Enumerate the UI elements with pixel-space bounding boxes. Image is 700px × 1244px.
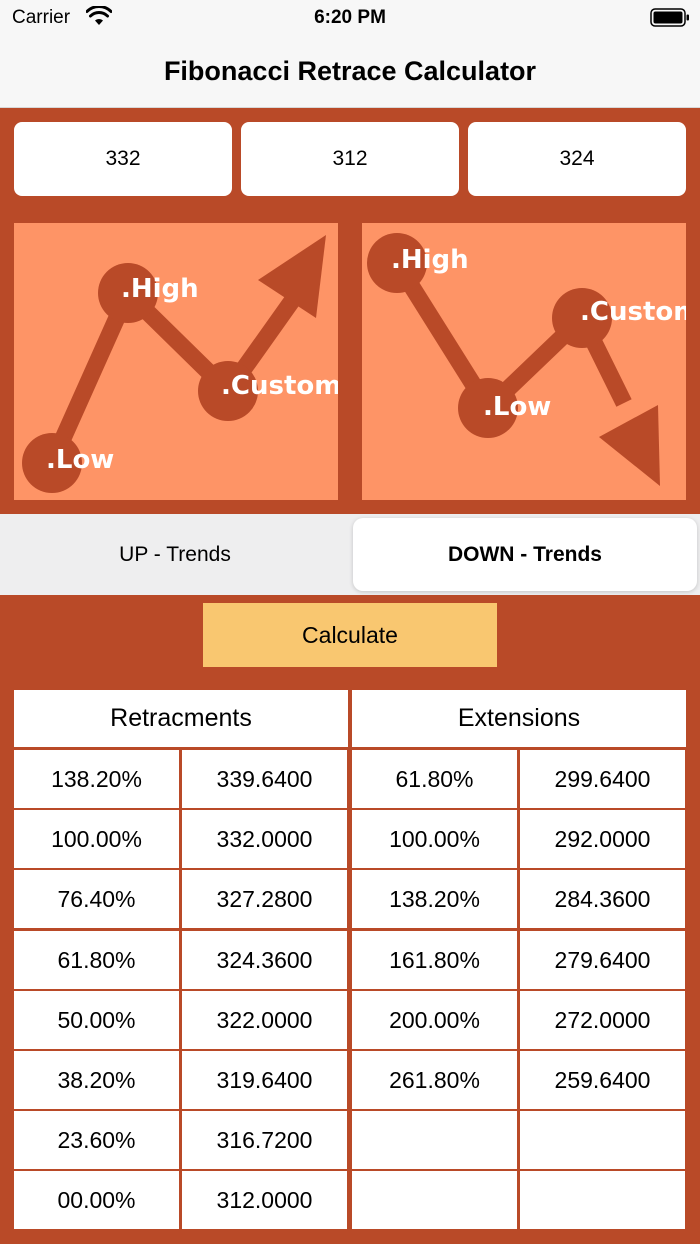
retracement-percent: 23.60% bbox=[14, 1111, 179, 1169]
status-bar: Carrier 6:20 PM bbox=[0, 0, 700, 36]
trend-segmented-control: UP - Trends DOWN - Trends bbox=[0, 514, 700, 595]
extension-value: 259.6400 bbox=[520, 1051, 685, 1109]
extension-value: 299.6400 bbox=[520, 750, 685, 808]
extension-percent bbox=[352, 1111, 517, 1169]
retracement-value: 332.0000 bbox=[182, 810, 347, 868]
high-value-input[interactable]: 332 bbox=[14, 122, 232, 196]
retracement-percent: 100.00% bbox=[14, 810, 179, 868]
extension-value: 272.0000 bbox=[520, 991, 685, 1049]
extension-percent: 261.80% bbox=[352, 1051, 517, 1109]
battery-icon bbox=[650, 8, 689, 27]
retracements-header: Retracments bbox=[14, 690, 348, 747]
down-custom-label: .Custom bbox=[580, 297, 686, 327]
retracement-percent: 50.00% bbox=[14, 991, 179, 1049]
up-custom-label: .Custom bbox=[221, 371, 338, 401]
calculate-button[interactable]: Calculate bbox=[203, 603, 497, 667]
retracement-percent: 38.20% bbox=[14, 1051, 179, 1109]
retracement-percent: 00.00% bbox=[14, 1171, 179, 1229]
up-trends-segment[interactable]: UP - Trends bbox=[0, 518, 350, 591]
extension-percent: 161.80% bbox=[352, 931, 517, 989]
extension-value: 292.0000 bbox=[520, 810, 685, 868]
page-title: Fibonacci Retrace Calculator bbox=[163, 56, 537, 86]
down-high-label: .High bbox=[391, 245, 469, 275]
low-value-input[interactable]: 312 bbox=[241, 122, 459, 196]
retracement-value: 324.3600 bbox=[182, 931, 347, 989]
results-table: Retracments Extensions 138.20% 339.6400 61… bbox=[12, 688, 688, 1231]
retracement-value: 322.0000 bbox=[182, 991, 347, 1049]
status-time: 6:20 PM bbox=[314, 7, 386, 28]
up-high-label: .High bbox=[121, 274, 199, 304]
extension-percent: 138.20% bbox=[352, 870, 517, 928]
retracement-value: 339.6400 bbox=[182, 750, 347, 808]
extension-value bbox=[520, 1111, 685, 1169]
custom-value-input[interactable]: 324 bbox=[468, 122, 686, 196]
up-trend-diagram: .High .Custom .Low bbox=[14, 223, 338, 500]
extension-percent: 100.00% bbox=[352, 810, 517, 868]
retracement-percent: 61.80% bbox=[14, 931, 179, 989]
retracement-percent: 138.20% bbox=[14, 750, 179, 808]
retracement-value: 319.6400 bbox=[182, 1051, 347, 1109]
retracement-value: 312.0000 bbox=[182, 1171, 347, 1229]
extensions-header: Extensions bbox=[352, 690, 686, 747]
up-low-label: .Low bbox=[46, 445, 114, 475]
extension-value bbox=[520, 1171, 685, 1229]
down-trend-diagram: .High .Custom .Low bbox=[362, 223, 686, 500]
navigation-bar: Fibonacci Retrace Calculator bbox=[0, 36, 700, 108]
retracement-value: 316.7200 bbox=[182, 1111, 347, 1169]
extension-percent: 61.80% bbox=[352, 750, 517, 808]
retracement-value: 327.2800 bbox=[182, 870, 347, 928]
extension-value: 279.6400 bbox=[520, 931, 685, 989]
extension-percent: 200.00% bbox=[352, 991, 517, 1049]
retracement-percent: 76.40% bbox=[14, 870, 179, 928]
down-trends-segment[interactable]: DOWN - Trends bbox=[353, 518, 697, 591]
down-low-label: .Low bbox=[483, 392, 551, 422]
down-arrow-head-icon bbox=[599, 405, 660, 486]
extension-value: 284.3600 bbox=[520, 870, 685, 928]
extension-percent bbox=[352, 1171, 517, 1229]
